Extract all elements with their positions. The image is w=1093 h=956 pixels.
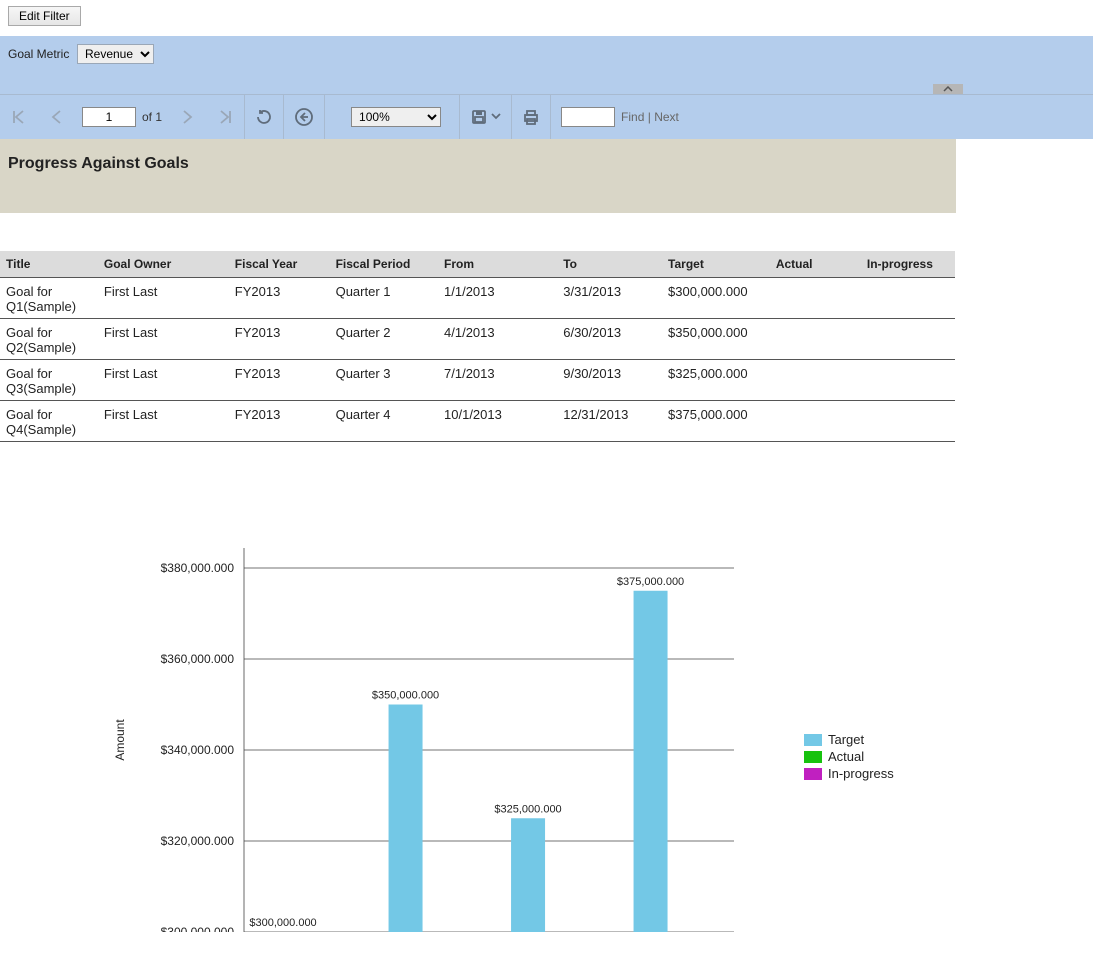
first-page-button[interactable]: [0, 95, 38, 139]
back-button[interactable]: [283, 95, 324, 139]
bar: [511, 818, 545, 932]
table-row: Goal for Q3(Sample)First LastFY2013Quart…: [0, 360, 955, 401]
table-row: Goal for Q4(Sample)First LastFY2013Quart…: [0, 401, 955, 442]
page-input[interactable]: [82, 107, 136, 127]
goals-table: TitleGoal OwnerFiscal YearFiscal PeriodF…: [0, 251, 955, 442]
table-row: Goal for Q1(Sample)First LastFY2013Quart…: [0, 278, 955, 319]
print-button[interactable]: [511, 95, 550, 139]
svg-text:$380,000.000: $380,000.000: [161, 561, 235, 575]
legend-item: Target: [804, 732, 894, 747]
column-header: To: [557, 251, 662, 278]
page-total-label: of 1: [142, 110, 162, 124]
legend-item: Actual: [804, 749, 894, 764]
zoom-select[interactable]: 100%: [351, 107, 441, 127]
column-header: Fiscal Period: [330, 251, 438, 278]
report-header: Progress Against Goals: [0, 139, 956, 213]
table-row: Goal for Q2(Sample)First LastFY2013Quart…: [0, 319, 955, 360]
bar: [634, 591, 668, 932]
svg-text:$300,000.000: $300,000.000: [161, 925, 235, 932]
chevron-down-icon: [491, 113, 501, 121]
last-page-button[interactable]: [206, 95, 244, 139]
column-header: Fiscal Year: [229, 251, 330, 278]
bar: [389, 705, 423, 933]
report-toolbar: of 1 100% Find | Next: [0, 94, 1093, 139]
column-header: From: [438, 251, 557, 278]
svg-text:$350,000.000: $350,000.000: [372, 690, 439, 702]
prev-page-button[interactable]: [38, 95, 76, 139]
parameter-bar: Goal Metric Revenue: [0, 36, 1093, 94]
svg-text:$300,000.000: $300,000.000: [249, 917, 316, 929]
save-dropdown-button[interactable]: [459, 95, 511, 139]
legend-item: In-progress: [804, 766, 894, 781]
edit-filter-button[interactable]: Edit Filter: [8, 6, 81, 26]
goal-metric-select[interactable]: Revenue: [77, 44, 154, 64]
svg-text:$375,000.000: $375,000.000: [617, 576, 684, 588]
svg-text:$340,000.000: $340,000.000: [161, 743, 235, 757]
column-header: Target: [662, 251, 770, 278]
next-page-button[interactable]: [168, 95, 206, 139]
refresh-button[interactable]: [244, 95, 283, 139]
chart-legend: Target Actual In-progress: [804, 732, 894, 783]
goals-bar-chart: $300,000.000 $320,000.000 $340,000.000 $360…: [4, 532, 744, 932]
column-header: Actual: [770, 251, 861, 278]
column-header: Goal Owner: [98, 251, 229, 278]
svg-text:Amount: Amount: [113, 719, 127, 761]
column-header: Title: [0, 251, 98, 278]
svg-text:$360,000.000: $360,000.000: [161, 652, 235, 666]
report-title: Progress Against Goals: [8, 155, 948, 173]
svg-text:$325,000.000: $325,000.000: [494, 803, 561, 815]
find-next-link[interactable]: Find | Next: [621, 110, 679, 124]
column-header: In-progress: [861, 251, 955, 278]
svg-text:$320,000.000: $320,000.000: [161, 834, 235, 848]
search-input[interactable]: [561, 107, 615, 127]
goal-metric-label: Goal Metric: [8, 47, 69, 61]
